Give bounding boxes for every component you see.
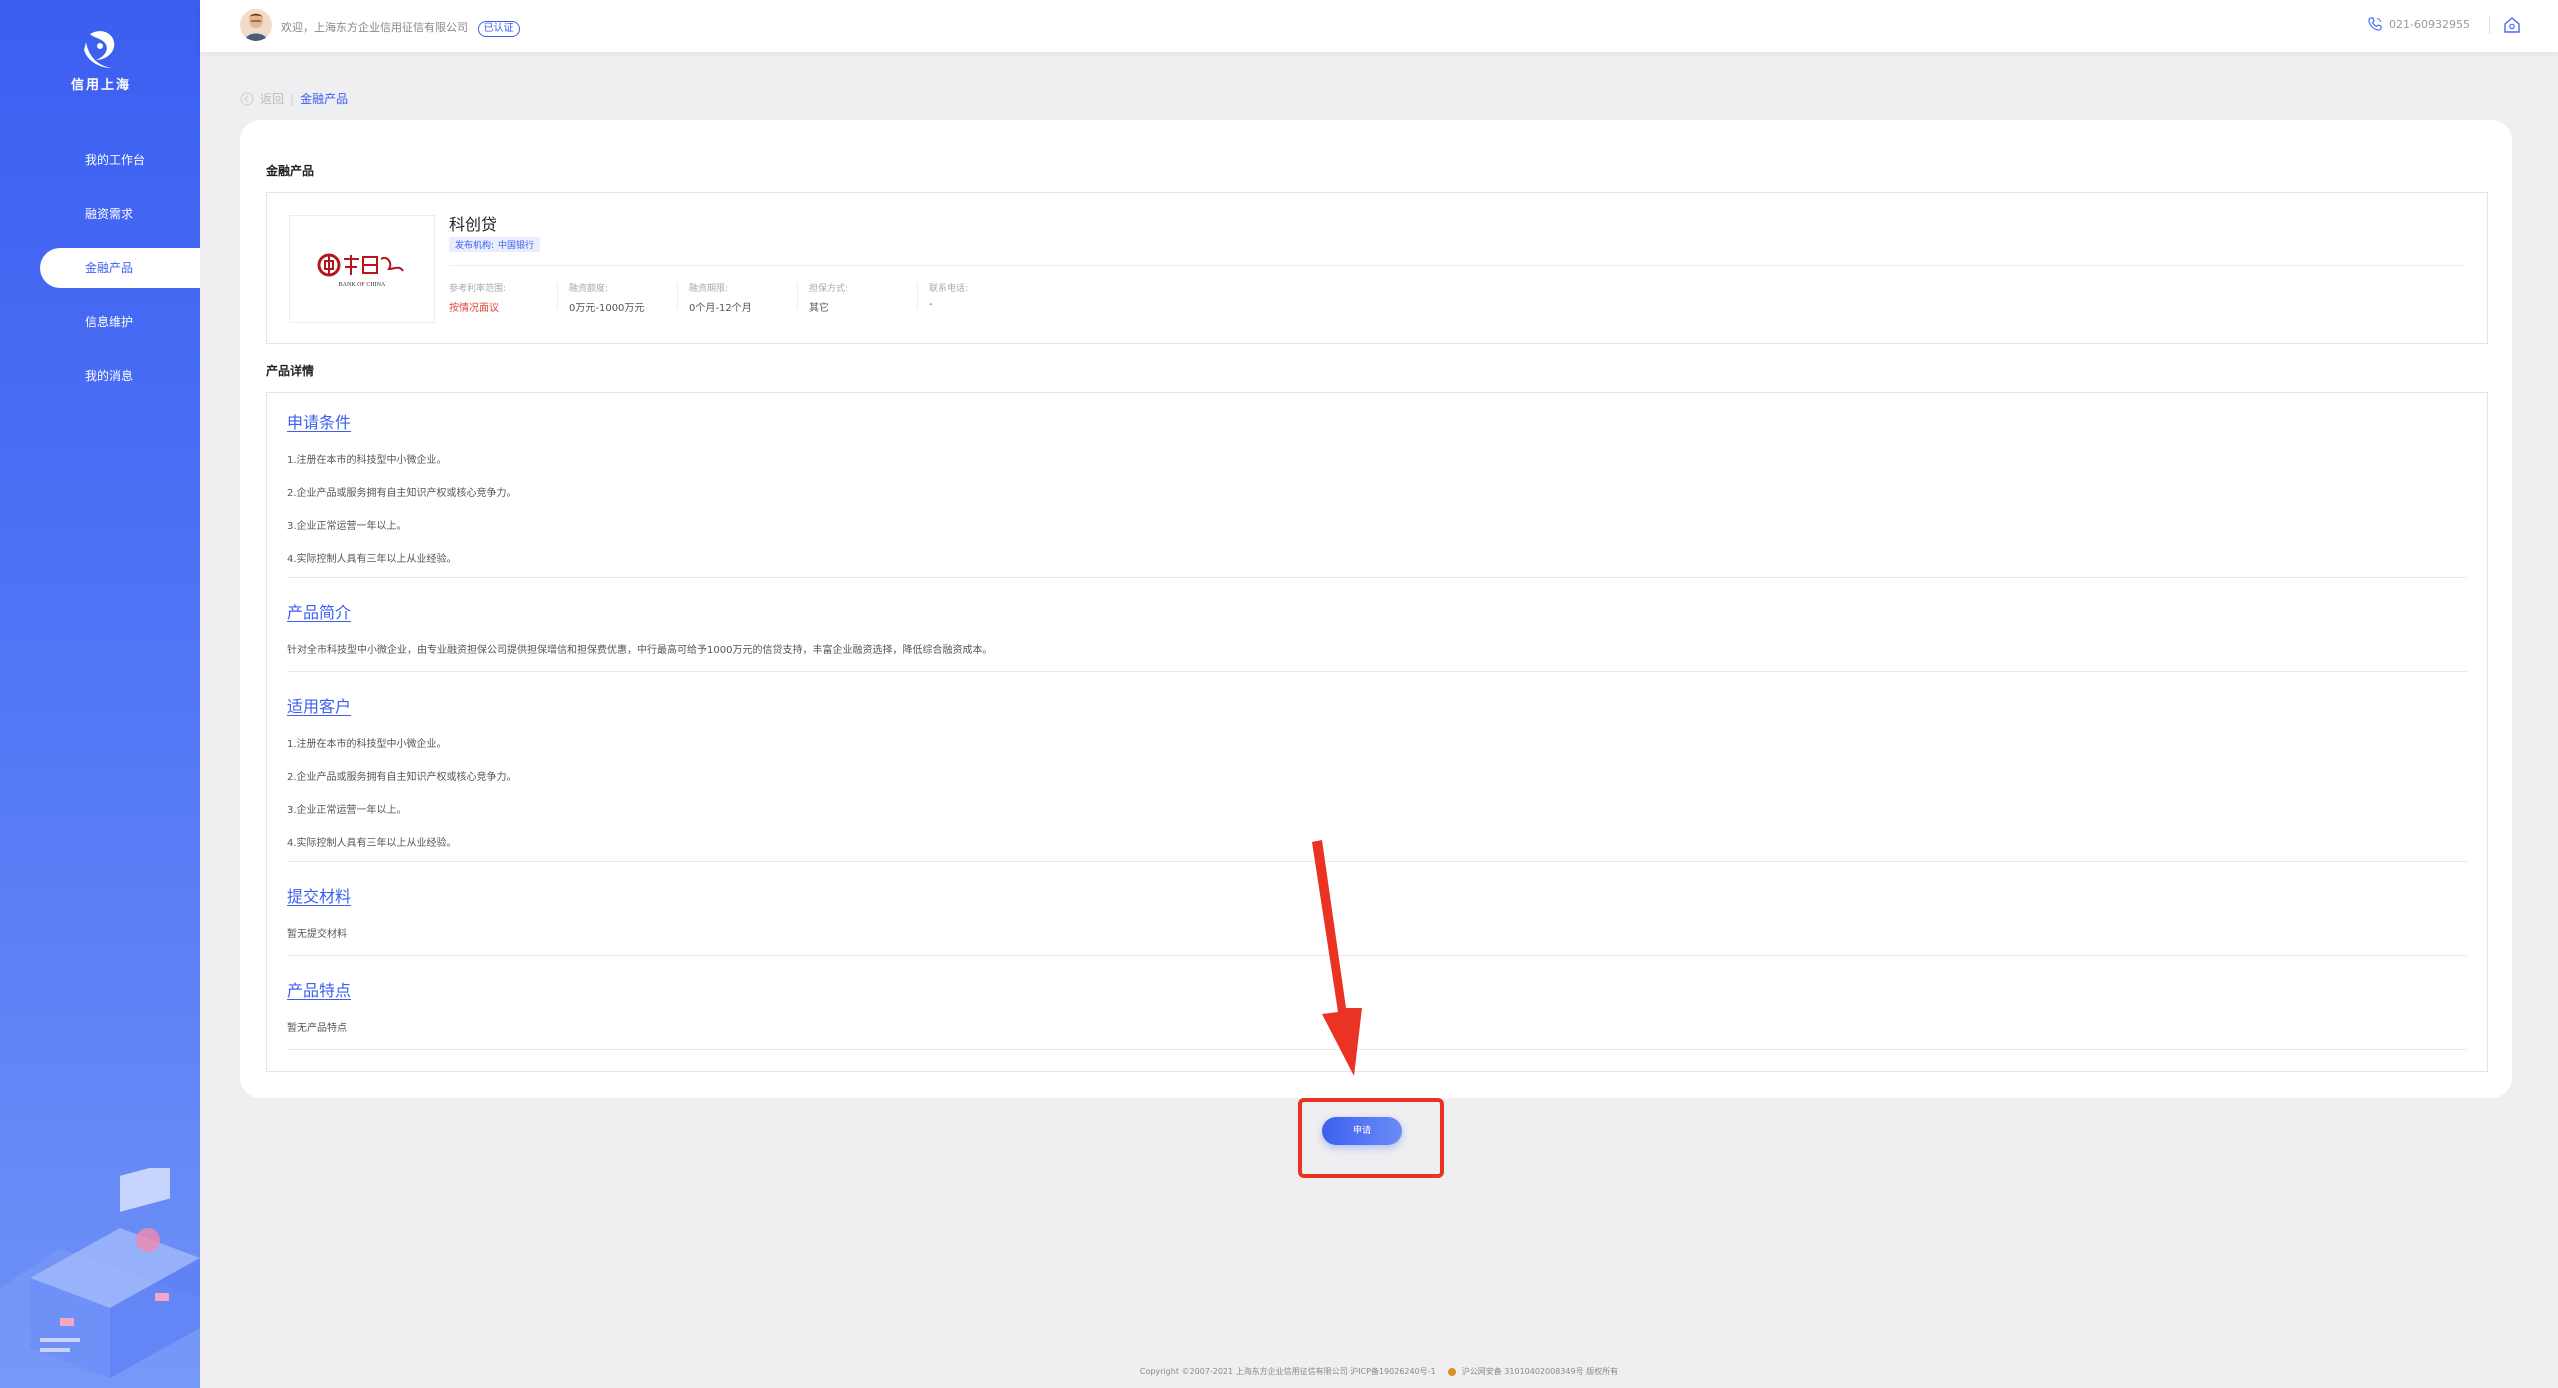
sidebar-item-info-maintenance[interactable]: 信息维护 (0, 302, 200, 342)
meta-rate: 参考利率范围: 按情况面议 (449, 281, 506, 314)
meta-separator (797, 283, 798, 309)
sidebar: 信用上海 我的工作台 融资需求 金融产品 信息维护 我的消息 (0, 0, 200, 1388)
app-logo[interactable]: 信用上海 (68, 28, 134, 93)
meta-rate-label: 参考利率范围: (449, 284, 507, 294)
contact-phone: 021-60932955 (2367, 16, 2470, 32)
verified-badge: 已认证 (477, 21, 520, 37)
detail-section-intro: 产品简介 针对全市科技型中小微企业，由专业融资担保公司提供担保增信和担保费优惠，… (287, 599, 2467, 656)
meta-contact-value: - (929, 299, 933, 310)
detail-line: 1.注册在本市的科技型中小微企业。 (287, 739, 447, 750)
avatar[interactable] (240, 9, 272, 41)
phone-icon (2368, 17, 2382, 31)
user-avatar-icon (245, 13, 267, 41)
meta-guarantee-label: 担保方式: (809, 284, 849, 294)
detail-section-conditions: 申请条件 1.注册在本市的科技型中小微企业。 2.企业产品或服务拥有自主知识产权… (287, 409, 2467, 565)
detail-section-customers: 适用客户 1.注册在本市的科技型中小微企业。 2.企业产品或服务拥有自主知识产权… (287, 693, 2467, 849)
sidebar-item-financial-products[interactable]: 金融产品 (40, 248, 200, 288)
product-divider (449, 265, 2464, 266)
meta-term-label: 融资期限: (689, 284, 729, 294)
sidebar-item-my-messages[interactable]: 我的消息 (0, 356, 200, 396)
detail-line: 3.企业正常运营一年以上。 (287, 805, 407, 816)
sidebar-item-financing-needs[interactable]: 融资需求 (0, 194, 200, 234)
meta-amount-value: 0万元-1000万元 (569, 303, 645, 314)
bank-of-china-logo-icon: BANK OF CHINA (317, 253, 404, 288)
meta-guarantee-value: 其它 (809, 303, 829, 314)
bank-logo-text: BANK OF CHINA (339, 282, 386, 288)
back-icon[interactable] (240, 92, 254, 106)
detail-divider (287, 577, 2467, 578)
sidebar-item-workbench[interactable]: 我的工作台 (0, 140, 200, 180)
product-name: 科创贷 (449, 215, 498, 234)
logo-text: 信用上海 (70, 78, 131, 93)
welcome-label: 欢迎，上海东方企业信用征信有限公司 (281, 21, 468, 34)
footer: Copyright ©2007-2021 上海东方企业信用征信有限公司 沪ICP… (200, 1366, 2558, 1377)
home-icon[interactable] (2502, 15, 2522, 35)
detail-line: 2.企业产品或服务拥有自主知识产权或核心竞争力。 (287, 772, 517, 783)
detail-heading: 产品简介 (287, 603, 352, 622)
sidebar-nav: 我的工作台 融资需求 金融产品 信息维护 我的消息 (0, 140, 200, 410)
publisher-label: 发布机构: (455, 241, 495, 251)
apply-button[interactable]: 申请 (1322, 1117, 1402, 1145)
sidebar-illustration (0, 1168, 200, 1388)
detail-line: 1.注册在本市的科技型中小微企业。 (287, 455, 447, 466)
detail-divider (287, 671, 2467, 672)
product-summary: BANK OF CHINA 科创贷 发布机构: 中国银行 参考利率范围: 按情况面… (266, 192, 2488, 344)
footer-copyright: Copyright ©2007-2021 上海东方企业信用征信有限公司 沪ICP… (1139, 1367, 1436, 1376)
meta-term-value: 0个月-12个月 (689, 303, 752, 314)
logo-icon (84, 31, 115, 68)
detail-heading: 申请条件 (287, 413, 352, 432)
meta-separator (677, 283, 678, 309)
detail-line: 4.实际控制人具有三年以上从业经验。 (287, 554, 457, 565)
phone-number: 021-60932955 (2389, 17, 2470, 31)
details-section-title: 产品详情 (266, 364, 315, 378)
meta-contact: 联系电话: - (929, 281, 968, 310)
meta-separator (557, 283, 558, 309)
meta-contact-label: 联系电话: (929, 284, 969, 294)
annotation-arrow-icon (1312, 840, 1362, 1076)
meta-separator (917, 283, 918, 309)
bank-logo: BANK OF CHINA (289, 215, 435, 323)
meta-guarantee: 担保方式: 其它 (809, 281, 848, 314)
detail-line: 2.企业产品或服务拥有自主知识产权或核心竞争力。 (287, 488, 517, 499)
police-badge-icon (1448, 1367, 1457, 1376)
meta-term: 融资期限: 0个月-12个月 (689, 281, 752, 314)
meta-rate-value: 按情况面议 (449, 303, 499, 314)
detail-heading: 适用客户 (287, 697, 352, 716)
footer-police-record[interactable]: 沪公网安备 31010402008349号 版权所有 (1462, 1367, 1618, 1376)
top-bar: 欢迎，上海东方企业信用征信有限公司 已认证 021-60932955 (200, 0, 2558, 52)
detail-line: 3.企业正常运营一年以上。 (287, 521, 407, 532)
breadcrumb: 返回 | 金融产品 (240, 90, 348, 107)
breadcrumb-separator: | (290, 91, 295, 106)
breadcrumb-current: 金融产品 (300, 92, 349, 106)
topbar-divider (2489, 16, 2490, 34)
breadcrumb-back[interactable]: 返回 (260, 90, 284, 107)
publisher-name: 中国银行 (498, 241, 535, 251)
publisher-tag: 发布机构: 中国银行 (449, 237, 541, 252)
product-section-title: 金融产品 (266, 164, 315, 178)
detail-line: 针对全市科技型中小微企业，由专业融资担保公司提供担保增信和担保费优惠，中行最高可… (287, 645, 993, 656)
welcome-text: 欢迎，上海东方企业信用征信有限公司 已认证 (281, 19, 520, 37)
meta-amount-label: 融资额度: (569, 284, 609, 294)
meta-amount: 融资额度: 0万元-1000万元 (569, 281, 644, 314)
